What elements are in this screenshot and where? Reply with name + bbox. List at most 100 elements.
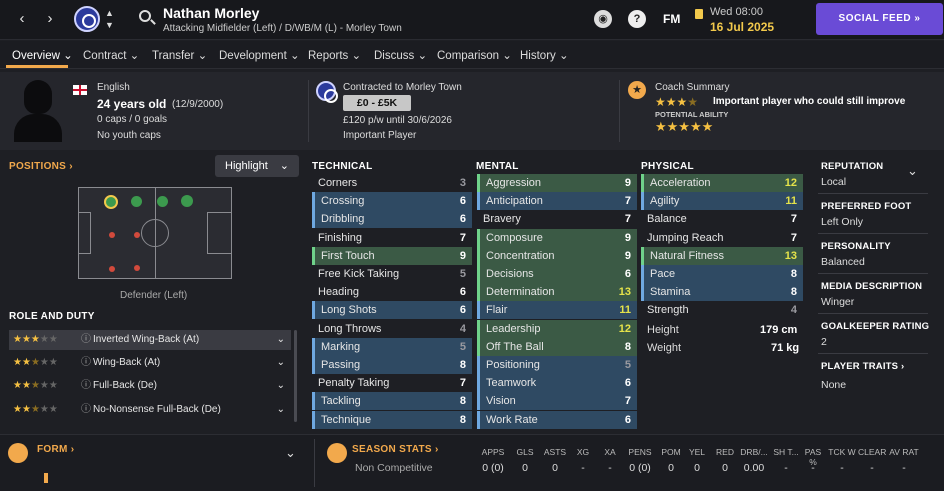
position-dot[interactable] bbox=[109, 232, 115, 238]
technical-attribute-row[interactable]: Free Kick Taking 5 bbox=[312, 265, 472, 283]
world-icon[interactable]: ◉ bbox=[594, 10, 612, 28]
physical-attribute-row[interactable]: Balance 7 bbox=[641, 210, 803, 228]
tab-discuss[interactable]: Discuss ⌄ bbox=[374, 48, 427, 62]
mental-attribute-row[interactable]: Decisions 6 bbox=[477, 265, 637, 283]
physical-attribute-row[interactable]: Jumping Reach 7 bbox=[641, 229, 803, 247]
mental-attribute-row[interactable]: Composure 9 bbox=[477, 228, 637, 247]
chevron-down-icon[interactable]: ⌄ bbox=[277, 376, 285, 396]
divider bbox=[619, 80, 620, 142]
stat-column-header[interactable]: PENS bbox=[626, 447, 654, 457]
mental-attribute-row[interactable]: Positioning 5 bbox=[477, 356, 637, 374]
technical-attribute-row[interactable]: Long Shots 6 bbox=[312, 301, 472, 320]
technical-attribute-row[interactable]: Corners 3 bbox=[312, 174, 472, 192]
mental-attribute-row[interactable]: Teamwork 6 bbox=[477, 374, 637, 393]
tab-history[interactable]: History ⌄ bbox=[520, 48, 569, 62]
tab-contract[interactable]: Contract ⌄ bbox=[83, 48, 139, 62]
scrollbar[interactable] bbox=[294, 330, 297, 422]
stat-column-header[interactable]: XG bbox=[571, 447, 595, 457]
form-link[interactable]: FORM › bbox=[37, 444, 74, 455]
back-arrow-icon[interactable]: ‹ bbox=[14, 10, 30, 28]
physical-attribute-row[interactable]: Stamina 8 bbox=[641, 283, 803, 302]
up-down-arrows-icon[interactable]: ▲ ▼ bbox=[105, 7, 114, 31]
physical-attribute-row[interactable]: Pace 8 bbox=[641, 265, 803, 283]
position-dot[interactable] bbox=[157, 196, 168, 207]
mental-attribute-row[interactable]: Vision 7 bbox=[477, 392, 637, 411]
technical-attribute-row[interactable]: Marking 5 bbox=[312, 337, 472, 356]
mental-attribute-row[interactable]: Flair 11 bbox=[477, 301, 637, 320]
position-dot-selected[interactable] bbox=[104, 195, 118, 209]
tab-development[interactable]: Development ⌄ bbox=[219, 48, 300, 62]
stat-column-header[interactable]: SH T... bbox=[772, 447, 800, 457]
search-icon[interactable] bbox=[139, 10, 151, 22]
mental-attribute-row[interactable]: Leadership 12 bbox=[477, 319, 637, 338]
position-dot[interactable] bbox=[131, 196, 142, 207]
stat-column-header[interactable]: ASTS bbox=[541, 447, 569, 457]
position-dot[interactable] bbox=[134, 265, 140, 271]
attribute-name: Penalty Taking bbox=[318, 377, 390, 390]
mental-attribute-row[interactable]: Bravery 7 bbox=[477, 210, 637, 228]
mental-attribute-row[interactable]: Off The Ball 8 bbox=[477, 337, 637, 356]
mental-attribute-row[interactable]: Concentration 9 bbox=[477, 246, 637, 265]
mental-attribute-row[interactable]: Work Rate 6 bbox=[477, 410, 637, 429]
stat-column-header[interactable]: POM bbox=[657, 447, 685, 457]
fm-logo[interactable]: FM bbox=[663, 12, 680, 26]
technical-attribute-row[interactable]: Long Throws 4 bbox=[312, 320, 472, 338]
chevron-down-icon[interactable]: ⌄ bbox=[907, 163, 918, 179]
player-traits-value: None bbox=[821, 379, 847, 391]
highlight-dropdown[interactable]: Highlight ⌄ bbox=[215, 155, 299, 177]
role-row[interactable]: ★★★★★ ⓘ Full-Back (De) ⌄ bbox=[9, 376, 291, 396]
tab-comparison[interactable]: Comparison ⌄ bbox=[437, 48, 512, 62]
stat-value: 0.00 bbox=[743, 462, 765, 474]
tab-transfer[interactable]: Transfer ⌄ bbox=[152, 48, 207, 62]
role-row[interactable]: ★★★★★ ⓘ Wing-Back (At) ⌄ bbox=[9, 353, 291, 373]
attribute-value: 5 bbox=[459, 268, 466, 280]
tab-overview[interactable]: Overview ⌄ bbox=[12, 48, 73, 62]
stat-column-header[interactable]: CLEAR bbox=[858, 447, 886, 457]
stat-column-header[interactable]: RED bbox=[713, 447, 737, 457]
attribute-name: Dribbling bbox=[321, 213, 365, 226]
tab-reports[interactable]: Reports ⌄ bbox=[308, 48, 361, 62]
technical-attribute-row[interactable]: Dribbling 6 bbox=[312, 210, 472, 229]
technical-attribute-row[interactable]: First Touch 9 bbox=[312, 246, 472, 265]
stat-column-header[interactable]: DRB/... bbox=[740, 447, 768, 457]
role-stars: ★★★★★ bbox=[13, 334, 58, 345]
position-dot[interactable] bbox=[181, 195, 193, 207]
physical-attribute-row[interactable]: Agility 11 bbox=[641, 192, 803, 211]
attribute-name: Tackling bbox=[321, 395, 361, 408]
position-dot[interactable] bbox=[109, 266, 115, 272]
stat-column-header[interactable]: YEL bbox=[685, 447, 709, 457]
physical-attribute-row[interactable]: Acceleration 12 bbox=[641, 174, 803, 192]
technical-attribute-row[interactable]: Tackling 8 bbox=[312, 392, 472, 411]
technical-attribute-row[interactable]: Technique 8 bbox=[312, 410, 472, 429]
stat-column-header[interactable]: AV RAT bbox=[889, 447, 919, 457]
attribute-name: Balance bbox=[647, 213, 687, 226]
mental-attribute-row[interactable]: Aggression 9 bbox=[477, 174, 637, 192]
player-traits-link[interactable]: PLAYER TRAITS › bbox=[821, 361, 904, 372]
club-badge-icon[interactable] bbox=[74, 6, 100, 32]
position-dot[interactable] bbox=[134, 232, 140, 238]
social-feed-button[interactable]: SOCIAL FEED » bbox=[816, 3, 943, 35]
season-stats-link[interactable]: SEASON STATS › bbox=[352, 444, 439, 455]
chevron-down-icon[interactable]: ⌄ bbox=[277, 330, 285, 350]
stat-column-header[interactable]: GLS bbox=[513, 447, 537, 457]
physical-attribute-row[interactable]: Strength 4 bbox=[641, 301, 803, 319]
technical-attribute-row[interactable]: Crossing 6 bbox=[312, 192, 472, 211]
mental-attribute-row[interactable]: Determination 13 bbox=[477, 283, 637, 302]
technical-attribute-row[interactable]: Passing 8 bbox=[312, 356, 472, 374]
help-icon[interactable]: ? bbox=[628, 10, 646, 28]
technical-attribute-row[interactable]: Finishing 7 bbox=[312, 229, 472, 247]
chevron-down-icon[interactable]: ⌄ bbox=[277, 400, 285, 420]
forward-arrow-icon[interactable]: › bbox=[42, 10, 58, 28]
chevron-down-icon[interactable]: ⌄ bbox=[277, 353, 285, 373]
physical-attribute-row[interactable]: Natural Fitness 13 bbox=[641, 246, 803, 265]
role-row[interactable]: ★★★★★ ⓘ Inverted Wing-Back (At) ⌄ bbox=[9, 330, 291, 350]
role-row[interactable]: ★★★★★ ⓘ No-Nonsense Full-Back (De) ⌄ bbox=[9, 400, 291, 420]
mental-attribute-row[interactable]: Anticipation 7 bbox=[477, 192, 637, 211]
technical-attribute-row[interactable]: Penalty Taking 7 bbox=[312, 374, 472, 392]
positions-link[interactable]: POSITIONS › bbox=[9, 161, 73, 172]
stat-column-header[interactable]: APPS bbox=[478, 447, 508, 457]
stat-column-header[interactable]: XA bbox=[598, 447, 622, 457]
technical-attribute-row[interactable]: Heading 6 bbox=[312, 283, 472, 301]
stat-column-header[interactable]: TCK W bbox=[828, 447, 856, 457]
chevron-down-icon[interactable]: ⌄ bbox=[285, 445, 296, 461]
